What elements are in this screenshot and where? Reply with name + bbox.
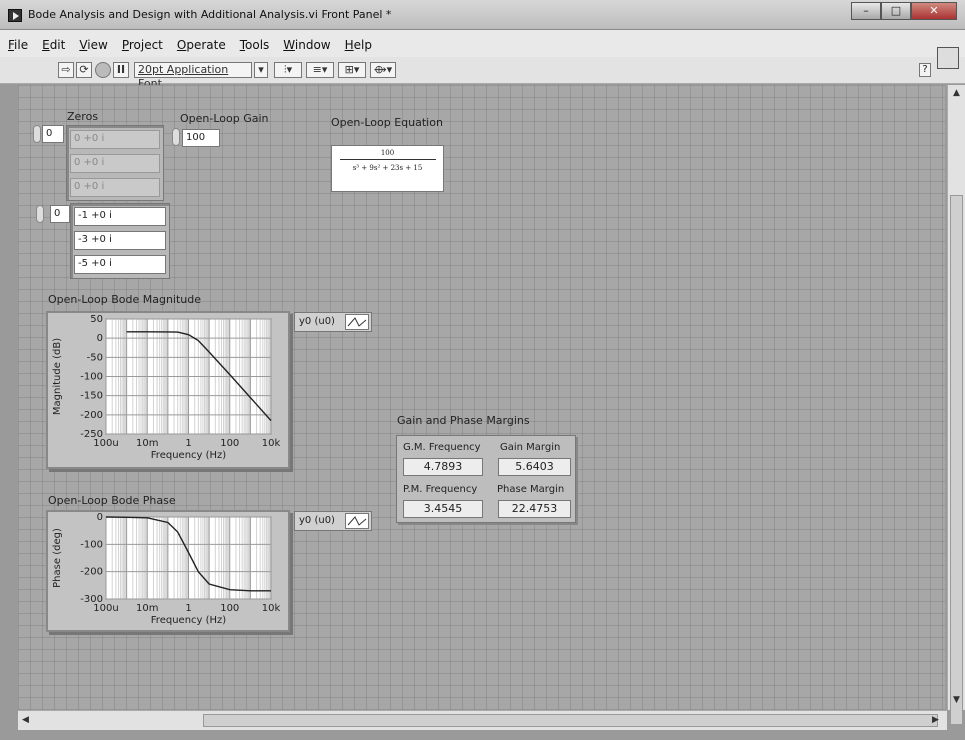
scroll-right-icon[interactable]: ▶ bbox=[932, 715, 939, 725]
resize-objects-icon[interactable]: ⊞▾ bbox=[338, 62, 366, 78]
run-arrow-icon[interactable]: ⇨ bbox=[58, 62, 74, 78]
equation-label: Open-Loop Equation bbox=[331, 116, 443, 129]
menu-project[interactable]: Project bbox=[122, 38, 163, 52]
gain-input[interactable]: 100 bbox=[182, 129, 220, 147]
pm-frequency-label: P.M. Frequency bbox=[403, 484, 478, 495]
phase-x-axis-label: Frequency (Hz) bbox=[151, 615, 227, 626]
magnitude-y-tick-label: 0 bbox=[97, 333, 103, 344]
plot-style-icon bbox=[345, 513, 369, 529]
scroll-up-icon[interactable]: ▲ bbox=[953, 88, 960, 98]
context-help-icon[interactable]: ? bbox=[919, 63, 931, 77]
magnitude-x-tick-label: 1 bbox=[185, 438, 191, 449]
phase-plot: 0-100-200-300100u 10m 1 100 10kFrequency (Hz… bbox=[52, 512, 281, 626]
magnitude-y-tick-label: -50 bbox=[87, 352, 103, 363]
toolbar: ⇨ ⟳ II 20pt Application Font ▾ ⫶▾ ≡▾ ⊞▾ … bbox=[0, 47, 965, 90]
phase-y-tick-label: -200 bbox=[80, 567, 103, 578]
phase-legend-label: y0 (u0) bbox=[299, 515, 335, 526]
phase-margin-value: 22.4753 bbox=[498, 500, 571, 518]
run-continuously-icon[interactable]: ⟳ bbox=[76, 62, 92, 78]
zero-element[interactable]: 0 +0 i bbox=[70, 130, 160, 149]
menu-tools[interactable]: Tools bbox=[240, 38, 270, 52]
phase-x-tick-label: 10m bbox=[136, 603, 158, 614]
menu-window[interactable]: Window bbox=[283, 38, 330, 52]
pause-icon[interactable]: II bbox=[113, 62, 129, 78]
poles-index[interactable]: 0 bbox=[50, 205, 70, 223]
phase-y-tick-label: -100 bbox=[80, 539, 103, 550]
gm-frequency-value: 4.7893 bbox=[403, 458, 483, 476]
margins-title: Gain and Phase Margins bbox=[397, 414, 530, 427]
zeros-index[interactable]: 0 bbox=[42, 125, 64, 143]
phase-plot-title: Open-Loop Bode Phase bbox=[48, 494, 176, 507]
title-bar: Bode Analysis and Design with Additional… bbox=[0, 0, 965, 30]
pole-element[interactable]: -3 +0 i bbox=[74, 231, 166, 250]
zero-element[interactable]: 0 +0 i bbox=[70, 178, 160, 197]
distribute-objects-icon[interactable]: ≡▾ bbox=[306, 62, 334, 78]
phase-x-tick-label: 100u bbox=[93, 603, 118, 614]
menu-edit[interactable]: Edit bbox=[42, 38, 65, 52]
gain-label: Open-Loop Gain bbox=[180, 112, 269, 125]
horizontal-scrollbar[interactable]: ◀ ▶ bbox=[18, 710, 947, 730]
minimize-button[interactable]: – bbox=[851, 2, 881, 20]
zeros-index-spinner[interactable] bbox=[33, 125, 41, 143]
poles-index-spinner[interactable] bbox=[36, 205, 44, 223]
magnitude-x-tick-label: 10k bbox=[262, 438, 281, 449]
vi-icon bbox=[937, 47, 959, 69]
magnitude-x-axis-label: Frequency (Hz) bbox=[151, 450, 227, 461]
align-objects-icon[interactable]: ⫶▾ bbox=[274, 62, 302, 78]
magnitude-x-tick-label: 100u bbox=[93, 438, 118, 449]
reorder-icon[interactable]: ⟴▾ bbox=[370, 62, 396, 78]
horizontal-scroll-thumb[interactable] bbox=[203, 714, 938, 727]
menu-file[interactable]: File bbox=[8, 38, 28, 52]
maximize-button[interactable]: □ bbox=[881, 2, 911, 20]
gain-spinner[interactable] bbox=[172, 128, 180, 146]
vertical-scrollbar[interactable]: ▲ ▼ bbox=[947, 85, 965, 725]
phase-x-tick-label: 1 bbox=[185, 603, 191, 614]
magnitude-legend-label: y0 (u0) bbox=[299, 316, 335, 327]
zeros-label: Zeros bbox=[67, 110, 99, 123]
magnitude-x-tick-label: 10m bbox=[136, 438, 158, 449]
scroll-down-icon[interactable]: ▼ bbox=[953, 695, 960, 705]
magnitude-y-tick-label: -150 bbox=[80, 391, 103, 402]
gain-margin-label: Gain Margin bbox=[500, 442, 561, 453]
menu-bar: File Edit View Project Operate Tools Win… bbox=[0, 30, 965, 57]
magnitude-y-tick-label: 50 bbox=[90, 314, 103, 325]
vertical-scroll-thumb[interactable] bbox=[950, 195, 963, 725]
equation-fraction-bar bbox=[340, 159, 436, 160]
magnitude-y-tick-label: -100 bbox=[80, 372, 103, 383]
labview-app-icon bbox=[8, 9, 22, 22]
equation-denominator: s³ + 9s² + 23s + 15 bbox=[352, 164, 423, 172]
menu-operate[interactable]: Operate bbox=[177, 38, 226, 52]
plot-style-icon bbox=[345, 314, 369, 330]
abort-icon[interactable] bbox=[95, 62, 111, 78]
phase-plot-legend[interactable]: y0 (u0) bbox=[294, 511, 372, 531]
pole-element[interactable]: -1 +0 i bbox=[74, 207, 166, 226]
phase-y-tick-label: 0 bbox=[97, 512, 103, 523]
margins-cluster: G.M. Frequency Gain Margin 4.7893 5.6403… bbox=[396, 435, 576, 523]
phase-y-axis-label: Phase (deg) bbox=[52, 528, 63, 588]
magnitude-y-axis-label: Magnitude (dB) bbox=[52, 338, 63, 415]
gm-frequency-label: G.M. Frequency bbox=[403, 442, 481, 453]
font-dropdown-icon[interactable]: ▾ bbox=[254, 62, 268, 78]
gain-margin-value: 5.6403 bbox=[498, 458, 571, 476]
close-button[interactable]: ✕ bbox=[911, 2, 957, 20]
zero-element[interactable]: 0 +0 i bbox=[70, 154, 160, 173]
equation-numerator: 100 bbox=[380, 149, 395, 157]
phase-x-tick-label: 100 bbox=[220, 603, 239, 614]
menu-view[interactable]: View bbox=[79, 38, 107, 52]
font-selector[interactable]: 20pt Application Font bbox=[134, 62, 252, 90]
menu-help[interactable]: Help bbox=[345, 38, 372, 52]
scroll-left-icon[interactable]: ◀ bbox=[22, 715, 29, 725]
magnitude-y-tick-label: -200 bbox=[80, 410, 103, 421]
pm-frequency-value: 3.4545 bbox=[403, 500, 483, 518]
pole-element[interactable]: -5 +0 i bbox=[74, 255, 166, 274]
window-title: Bode Analysis and Design with Additional… bbox=[28, 8, 392, 21]
magnitude-plot: 500-50-100-150-200-250100u 10m 1 100 10kFreq… bbox=[52, 314, 281, 461]
phase-margin-label: Phase Margin bbox=[497, 484, 565, 495]
magnitude-x-tick-label: 100 bbox=[220, 438, 239, 449]
magnitude-plot-legend[interactable]: y0 (u0) bbox=[294, 312, 372, 332]
phase-x-tick-label: 10k bbox=[262, 603, 281, 614]
magnitude-plot-title: Open-Loop Bode Magnitude bbox=[48, 293, 202, 306]
equation-display: 100 s³ + 9s² + 23s + 15 bbox=[331, 145, 444, 192]
